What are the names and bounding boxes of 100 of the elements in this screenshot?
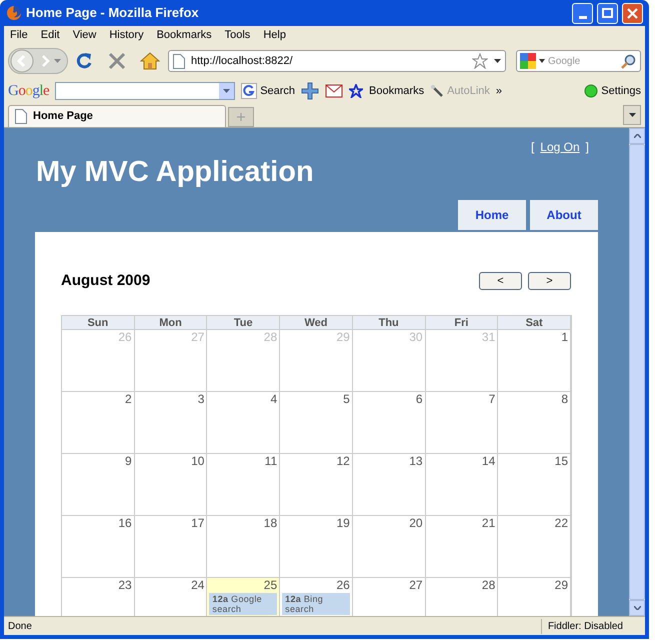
weekday-header: Mon [134,316,208,328]
status-text: Done [7,620,33,634]
dropdown-icon [628,113,636,117]
bookmarks-button[interactable]: Bookmarks [369,82,424,100]
day-number: 4 [269,392,278,406]
url-text: http://localhost:8822/ [191,54,294,69]
day-number: 26 [335,578,350,592]
log-on-link[interactable]: Log On [540,138,580,156]
window-title: Home Page - Mozilla Firefox [26,4,200,22]
reload-icon[interactable] [74,51,94,71]
stop-icon[interactable] [108,52,126,70]
page-icon [15,109,27,124]
dropdown-icon[interactable] [539,59,545,63]
day-number: 17 [190,516,204,530]
day-number: 10 [190,454,204,468]
google-search-field[interactable] [55,82,236,100]
dropdown-icon[interactable] [494,59,501,63]
day-number: 7 [488,392,496,406]
day-number: 9 [124,454,132,468]
google-logo: Google [8,82,50,101]
scroll-up-button[interactable] [629,128,645,144]
search-bar[interactable]: Google [516,50,641,72]
star-icon [349,84,364,98]
google-g-icon [241,83,258,99]
bracket: [ [530,139,534,156]
day-number: 29 [554,578,568,592]
home-icon[interactable] [140,52,160,70]
minimize-button[interactable] [572,2,593,24]
search-button[interactable]: Search [241,82,296,100]
day-number: 6 [414,392,423,406]
day-number: 8 [560,392,568,406]
close-button[interactable] [622,2,643,24]
browser-tab[interactable]: Home Page [8,105,226,127]
star-icon[interactable] [472,53,488,69]
next-button[interactable]: > [528,272,571,290]
day-number: 26 [117,330,132,344]
weekday-header: Fri [426,316,498,328]
scroll-down-button[interactable] [629,600,645,616]
weekday-header: Wed [280,316,353,328]
day-number: 14 [480,454,496,468]
status-panel: Fiddler: Disabled [540,618,629,634]
weekday-header: Tue [207,316,280,328]
status-dot-icon [584,84,598,98]
minimize-icon [578,16,586,18]
day-number: 22 [554,516,568,530]
mail-icon[interactable] [325,84,344,98]
firefox-icon [6,5,22,21]
calendar-event[interactable]: 12a Google search [209,592,278,614]
month-title: August 2009 [61,271,150,291]
page-icon [173,54,185,68]
more-button[interactable]: » [496,82,502,100]
dropdown-button[interactable] [219,83,234,99]
previous-button[interactable]: < [479,272,522,290]
plus-icon [237,113,245,121]
weekday-header: Thu [352,316,426,328]
plus-icon[interactable] [301,82,320,100]
weekday-header: Sun [62,316,135,328]
day-number: 5 [342,392,350,406]
day-number: 18 [262,516,278,530]
day-number: 3 [196,392,204,406]
day-number: 1 [560,330,568,344]
day-number: 25 [262,578,278,592]
dropdown-icon [223,89,230,93]
day-number: 16 [117,516,132,530]
day-number: 2 [124,392,132,406]
tab-list-button[interactable] [623,105,641,125]
day-number: 23 [117,578,132,592]
menu-item[interactable]: Edit [40,26,60,44]
day-number: 19 [335,516,350,530]
nav-tab[interactable]: Home [458,200,526,230]
maximize-button[interactable] [597,2,618,24]
site-title: My MVC Application [36,155,315,189]
address-field[interactable]: http://localhost:8822/ [168,50,506,72]
day-number: 24 [190,578,204,592]
nav-tab[interactable]: About [530,200,598,230]
close-icon [627,8,638,18]
day-number: 29 [335,330,350,344]
menu-item[interactable]: Tools [224,26,250,44]
day-number: 21 [480,516,496,530]
day-number: 13 [408,454,423,468]
menu-item[interactable]: History [109,26,144,44]
maximize-icon [602,8,613,18]
menu-item[interactable]: Bookmarks [156,26,212,44]
bracket: ] [586,139,589,156]
day-number: 15 [554,454,568,468]
calendar-event[interactable]: 12a Bing search [282,592,350,614]
menu-item[interactable]: Help [263,26,286,44]
settings-button[interactable]: Settings [584,82,641,100]
day-number: 20 [408,516,423,530]
day-number: 12 [335,454,350,468]
day-number: 31 [480,330,496,344]
day-number: 27 [408,578,423,592]
day-number: 27 [190,330,204,344]
back-forward-control[interactable] [8,48,68,74]
search-icon[interactable] [621,54,636,68]
menu-item[interactable]: File [10,26,28,44]
menu-item[interactable]: View [72,26,96,44]
wand-icon [430,84,444,98]
back-icon[interactable] [10,49,36,73]
search-field[interactable]: Google [548,54,618,68]
